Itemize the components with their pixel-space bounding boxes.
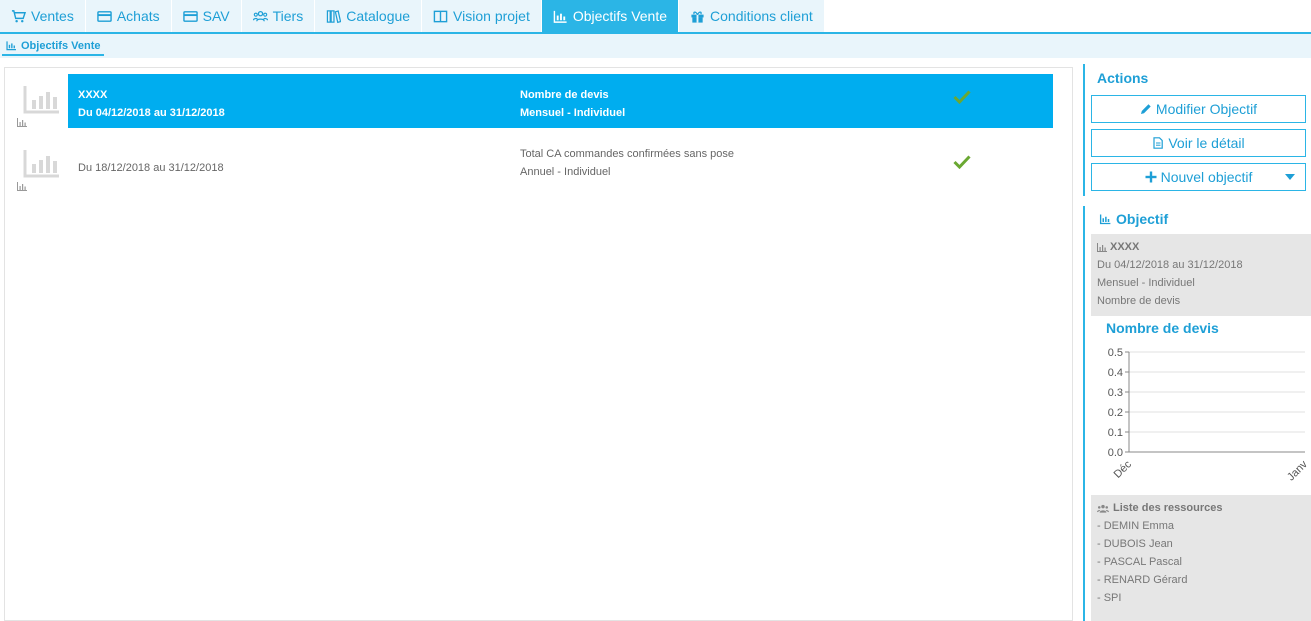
resource-item: - SPI bbox=[1097, 592, 1122, 604]
objective-info-name: XXXX bbox=[1097, 238, 1305, 256]
resource-item: - PASCAL Pascal bbox=[1097, 556, 1182, 568]
chart-icon bbox=[17, 182, 27, 191]
objective-info-period: Du 04/12/2018 au 31/12/2018 bbox=[1097, 259, 1243, 271]
tab-label: Objectifs Vente bbox=[572, 8, 668, 24]
tab-ventes[interactable]: Ventes bbox=[0, 0, 86, 32]
objective-frequency: Mensuel - Individuel bbox=[520, 107, 626, 119]
sub-tab-bar: Objectifs Vente bbox=[0, 34, 1311, 58]
file-icon bbox=[1153, 137, 1164, 149]
modify-objective-button[interactable]: Modifier Objectif bbox=[1091, 95, 1306, 123]
list-item[interactable]: XXXX Du 04/12/2018 au 31/12/2018 Nombre … bbox=[5, 74, 1072, 128]
main-tab-bar: Ventes Achats SAV Tiers Catalogue Vision… bbox=[0, 0, 1311, 34]
objective-metric: Total CA commandes confirmées sans pose bbox=[520, 148, 734, 160]
objective-summary: Du 18/12/2018 au 31/12/2018 bbox=[78, 159, 224, 177]
y-tick-label: 0.2 bbox=[1108, 407, 1123, 419]
tab-label: Conditions client bbox=[710, 8, 813, 24]
check-icon bbox=[953, 155, 971, 169]
y-tick-label: 0.3 bbox=[1108, 387, 1123, 399]
objective-period: Du 04/12/2018 au 31/12/2018 bbox=[78, 107, 225, 119]
tab-objectifs-vente[interactable]: Objectifs Vente bbox=[541, 0, 680, 32]
objective-info-metric: Nombre de devis bbox=[1097, 295, 1181, 307]
columns-icon bbox=[433, 10, 448, 22]
tab-label: SAV bbox=[202, 8, 230, 24]
tab-conditions-client[interactable]: Conditions client bbox=[679, 0, 825, 32]
objective-metric: Nombre de devis bbox=[520, 89, 609, 101]
tab-achats[interactable]: Achats bbox=[85, 0, 172, 32]
y-tick-label: 0.1 bbox=[1108, 427, 1123, 439]
books-icon bbox=[327, 9, 342, 23]
tab-label: Achats bbox=[116, 8, 160, 24]
objective-details: Nombre de devis Mensuel - Individuel bbox=[520, 86, 625, 122]
button-label: Voir le détail bbox=[1168, 135, 1245, 151]
chart-icon bbox=[553, 10, 567, 23]
caret-down-icon[interactable] bbox=[1285, 174, 1295, 180]
y-tick-label: 0.5 bbox=[1108, 347, 1123, 359]
resources-list: Liste des ressources - DEMIN Emma - DUBO… bbox=[1091, 495, 1311, 621]
y-tick-label: 0.4 bbox=[1108, 367, 1123, 379]
objective-band: XXXX Du 04/12/2018 au 31/12/2018 Nombre … bbox=[68, 74, 1053, 128]
tab-label: Ventes bbox=[31, 8, 74, 24]
resources-title-text: Liste des ressources bbox=[1113, 502, 1223, 514]
objective-info-frequency: Mensuel - Individuel bbox=[1097, 277, 1195, 289]
objective-period: Du 18/12/2018 au 31/12/2018 bbox=[78, 162, 224, 174]
objective-info: XXXX Du 04/12/2018 au 31/12/2018 Mensuel… bbox=[1091, 234, 1311, 316]
objective-panel: Objectif XXXX Du 04/12/2018 au 31/12/201… bbox=[1083, 206, 1311, 621]
tab-label: Catalogue bbox=[346, 8, 411, 24]
tab-vision-projet[interactable]: Vision projet bbox=[422, 0, 542, 32]
gift-icon bbox=[691, 11, 704, 23]
tab-catalogue[interactable]: Catalogue bbox=[315, 0, 423, 32]
chart-icon bbox=[1099, 214, 1111, 225]
tab-label: Tiers bbox=[272, 8, 304, 24]
x-tick-label: Déc bbox=[1112, 458, 1135, 481]
list-item[interactable]: Du 18/12/2018 au 31/12/2018 Total CA com… bbox=[5, 138, 1072, 192]
subtab-objectifs-vente[interactable]: Objectifs Vente bbox=[2, 37, 105, 56]
objective-frequency: Annuel - Individuel bbox=[520, 166, 611, 178]
card-icon bbox=[182, 10, 198, 22]
objective-band: Du 18/12/2018 au 31/12/2018 Total CA com… bbox=[68, 138, 1053, 192]
card-icon bbox=[97, 10, 112, 22]
bar-chart-icon bbox=[23, 86, 59, 114]
objective-chart: 0.5 0.4 0.3 0.2 0.1 0.0Déc Janv bbox=[1108, 347, 1311, 483]
tab-sav[interactable]: SAV bbox=[171, 0, 242, 32]
objective-summary: XXXX Du 04/12/2018 au 31/12/2018 bbox=[78, 86, 225, 122]
actions-title: Actions bbox=[1097, 70, 1149, 86]
button-label: Nouvel objectif bbox=[1160, 169, 1253, 185]
chart-title: Nombre de devis bbox=[1106, 320, 1219, 336]
subtab-label: Objectifs Vente bbox=[21, 39, 101, 52]
tab-tiers[interactable]: Tiers bbox=[241, 0, 316, 32]
objectives-list: XXXX Du 04/12/2018 au 31/12/2018 Nombre … bbox=[4, 67, 1073, 621]
chart-icon bbox=[1097, 242, 1107, 252]
actions-panel: Actions Modifier Objectif Voir le détail… bbox=[1083, 64, 1311, 196]
button-label: Modifier Objectif bbox=[1155, 101, 1258, 117]
x-tick-label: Janv bbox=[1285, 458, 1310, 483]
check-icon bbox=[953, 90, 971, 104]
resource-item: - DUBOIS Jean bbox=[1097, 538, 1173, 550]
objective-name: XXXX bbox=[78, 89, 108, 101]
tab-label: Vision projet bbox=[453, 8, 530, 24]
view-detail-button[interactable]: Voir le détail bbox=[1091, 129, 1306, 157]
resource-item: - DEMIN Emma bbox=[1097, 520, 1174, 532]
objective-info-name-text: XXXX bbox=[1110, 241, 1140, 253]
objective-panel-title-text: Objectif bbox=[1116, 211, 1169, 227]
resource-item: - RENARD Gérard bbox=[1097, 574, 1188, 586]
bar-chart-icon bbox=[23, 150, 59, 178]
pencil-icon bbox=[1140, 104, 1151, 114]
users-icon bbox=[252, 10, 268, 21]
y-tick-label: 0.0 bbox=[1108, 447, 1123, 459]
plus-icon bbox=[1145, 171, 1157, 183]
chart-icon bbox=[6, 41, 16, 51]
objective-details: Total CA commandes confirmées sans pose … bbox=[520, 145, 734, 181]
resources-title: Liste des ressources bbox=[1097, 499, 1305, 517]
chart-icon bbox=[17, 118, 27, 127]
users-icon bbox=[1097, 504, 1109, 513]
cart-icon bbox=[11, 9, 26, 22]
objective-panel-title: Objectif bbox=[1099, 211, 1168, 227]
new-objective-button[interactable]: Nouvel objectif bbox=[1091, 163, 1306, 191]
